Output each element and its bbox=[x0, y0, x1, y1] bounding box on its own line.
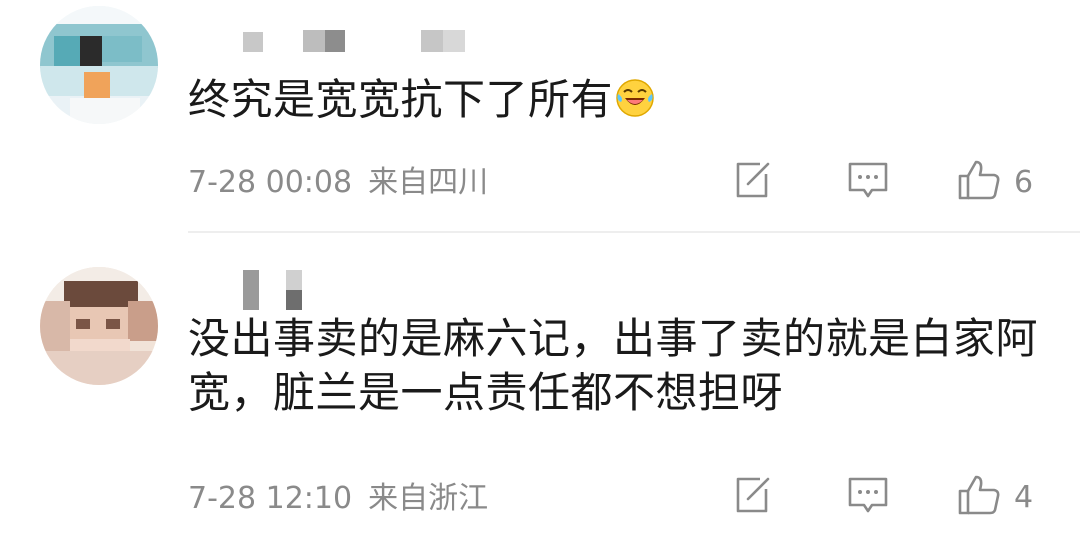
share-icon bbox=[730, 473, 774, 521]
comment-text-body: 终究是宽宽抗下了所有 bbox=[188, 75, 614, 124]
comment-time: 7-28 12:10 bbox=[188, 481, 353, 516]
comment-meta: 7-28 12:10 来自浙江 bbox=[188, 479, 488, 519]
comment-meta: 7-28 00:08 来自四川 bbox=[188, 163, 488, 203]
like-button[interactable]: 6 bbox=[956, 160, 1033, 204]
comment-item: 没出事卖的是麻六记，出事了卖的就是白家阿宽，脏兰是一点责任都不想担呀 7-28 … bbox=[0, 232, 1080, 543]
comment-actions: 6 bbox=[730, 160, 1060, 204]
like-button[interactable]: 4 bbox=[956, 475, 1033, 519]
username-masked[interactable] bbox=[188, 30, 488, 56]
thumbs-up-icon bbox=[956, 158, 1002, 206]
comment-text: 终究是宽宽抗下了所有 bbox=[188, 73, 1058, 131]
laughing-crying-emoji-icon bbox=[615, 77, 655, 131]
comment-icon bbox=[846, 158, 890, 206]
comment-button[interactable] bbox=[846, 475, 890, 519]
comment-button[interactable] bbox=[846, 160, 890, 204]
comment-location: 来自浙江 bbox=[368, 481, 489, 516]
share-button[interactable] bbox=[730, 475, 774, 519]
comment-location: 来自四川 bbox=[368, 165, 489, 200]
comment-time: 7-28 00:08 bbox=[188, 165, 353, 200]
comment-actions: 4 bbox=[730, 475, 1060, 519]
avatar[interactable] bbox=[40, 6, 158, 124]
comment-text: 没出事卖的是麻六记，出事了卖的就是白家阿宽，脏兰是一点责任都不想担呀 bbox=[188, 314, 1039, 417]
thumbs-up-icon bbox=[956, 473, 1002, 521]
like-count: 6 bbox=[1014, 164, 1034, 200]
comment-list: 终究是宽宽抗下了所有 7-28 00:08 来自四川 6 没出事卖的是麻六记，出… bbox=[0, 0, 1080, 543]
share-button[interactable] bbox=[730, 160, 774, 204]
avatar[interactable] bbox=[40, 267, 158, 385]
comment-item: 终究是宽宽抗下了所有 7-28 00:08 来自四川 6 bbox=[0, 0, 1080, 232]
share-icon bbox=[730, 158, 774, 206]
username-masked[interactable] bbox=[188, 270, 328, 310]
like-count: 4 bbox=[1014, 479, 1034, 515]
comment-icon bbox=[846, 473, 890, 521]
